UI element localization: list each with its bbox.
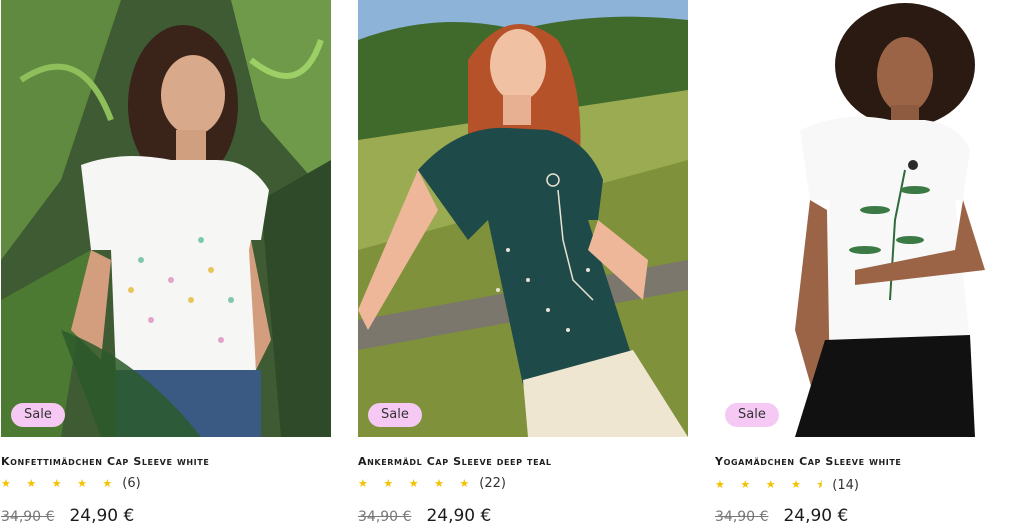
product-title[interactable]: Yogamädchen Cap Sleeve white — [715, 455, 901, 468]
star-rating-icon: ★ ★ ★ ★ ⯨ — [715, 478, 829, 491]
star-rating-icon: ★ ★ ★ ★ ★ — [358, 477, 476, 490]
review-count: (6) — [122, 476, 141, 491]
review-count: (22) — [479, 476, 506, 491]
price: 34,90 € 24,90 € — [358, 506, 491, 526]
old-price: 34,90 € — [358, 509, 412, 525]
price: 34,90 € 24,90 € — [1, 506, 134, 526]
product-image[interactable]: Sale — [1, 0, 331, 437]
rating: ★ ★ ★ ★ ⯨ (14) — [715, 476, 859, 495]
product-image[interactable]: Sale — [715, 0, 1024, 437]
sale-price: 24,90 € — [783, 506, 849, 526]
sale-badge: Sale — [368, 403, 422, 427]
sale-badge: Sale — [11, 403, 65, 427]
sale-price: 24,90 € — [426, 506, 492, 526]
rating: ★ ★ ★ ★ ★ (6) — [1, 476, 141, 491]
product-title[interactable]: Konfettimädchen Cap Sleeve white — [1, 455, 209, 468]
product-image[interactable]: Sale — [358, 0, 688, 437]
review-count: (14) — [832, 478, 859, 493]
product-card[interactable]: Sale Konfettimädchen Cap Sleeve white ★ … — [1, 0, 331, 527]
product-grid: Sale Konfettimädchen Cap Sleeve white ★ … — [0, 0, 1024, 527]
product-card[interactable]: Sale Ankermädl Cap Sleeve deep teal ★ ★ … — [358, 0, 688, 527]
rating: ★ ★ ★ ★ ★ (22) — [358, 476, 506, 491]
product-title[interactable]: Ankermädl Cap Sleeve deep teal — [358, 455, 552, 468]
product-card[interactable]: Sale Yogamädchen Cap Sleeve white ★ ★ ★ … — [715, 0, 1024, 527]
sale-badge: Sale — [725, 403, 779, 427]
sale-price: 24,90 € — [69, 506, 135, 526]
price: 34,90 € 24,90 € — [715, 506, 848, 526]
old-price: 34,90 € — [715, 509, 769, 525]
old-price: 34,90 € — [1, 509, 55, 525]
star-rating-icon: ★ ★ ★ ★ ★ — [1, 477, 119, 490]
